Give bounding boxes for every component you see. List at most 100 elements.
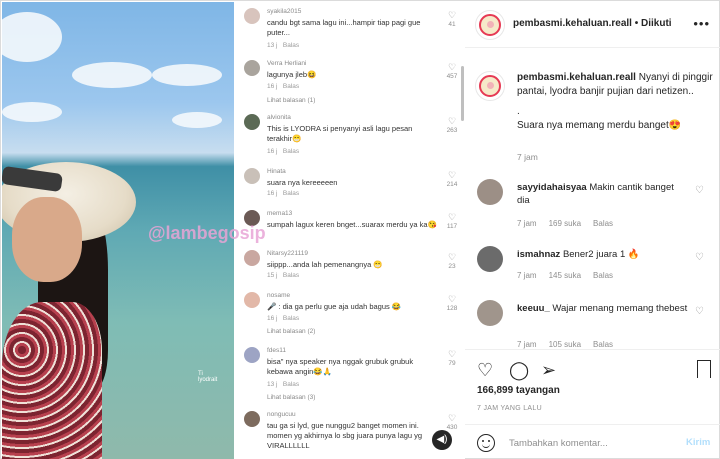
cloud-shape [172,112,222,128]
heart-icon[interactable]: ♡ [695,185,704,196]
comment-time: 15 j Balas [267,272,300,279]
view-replies: Lihat balasan (3) [267,394,316,401]
avatar [244,292,260,308]
avatar[interactable] [477,246,503,272]
comment-text: keeuu_ Wajar menang memang thebest [517,303,688,314]
comment-text: suara nya kereeeeen [267,178,338,187]
comment-username[interactable]: keeuu_ [517,303,550,314]
watermark-text: @lambegosip [148,223,266,243]
bookmark-icon[interactable] [697,360,711,378]
following-button[interactable]: Diikuti [641,18,672,29]
comment-time: 7 jam [517,271,537,280]
comment-meta: 7 jam 105 suka Balas [517,340,625,349]
comment-likes[interactable]: 145 suka [549,271,581,280]
comment-text: siippp...anda lah pemenangnya 😁 [267,260,383,269]
video-tag: Ti lyodrait [198,371,218,383]
reply-button[interactable]: Balas [593,271,613,280]
cloud-shape [72,62,152,88]
comment-text: This is LYODRA si penyanyi asli lagu pes… [267,124,413,143]
author-username[interactable]: pembasmi.kehaluan.reall [513,18,632,29]
comment-likes[interactable]: 105 suka [549,340,581,349]
avatar [244,8,260,24]
comments-list: pembasmi.kehaluan.reall Nyanyi di pinggi… [465,49,720,349]
heart-icon[interactable]: ♡ [477,360,493,381]
comment-input[interactable] [509,435,679,451]
avatar[interactable] [475,71,505,101]
comment-time: 13 j Balas [267,42,300,49]
comment-time: 13 j Balas [267,381,300,388]
reply-button[interactable]: Balas [593,219,613,228]
comment-time: 16 j Balas [267,83,300,90]
avatar[interactable] [477,300,503,326]
heart-icon[interactable]: ♡ [695,306,704,317]
comment-text: bisa" nya speaker nya nggak grubuk grubu… [267,357,414,376]
comment-text: candu bgt sama lagu ini...hampir tiap pa… [267,18,421,37]
like-count: 23 [448,263,456,270]
comment-username[interactable]: sayyidahaisyaa [517,182,587,193]
heart-icon: ♡ [448,413,457,423]
post-sidebar: pembasmi.kehaluan.reall • Diikuti ••• pe… [465,2,720,459]
reply-button[interactable]: Balas [593,340,613,349]
comment-time: 16 j Balas [267,190,300,197]
comment-text: 🎤 : dia ga perlu gue aja udah bagus 😂 [267,302,402,311]
separator: • [634,18,639,29]
comment-text: ismahnaz Bener2 juara 1 🔥 [517,249,640,260]
comment-composer: Kirim [465,424,720,459]
view-replies: Lihat balasan (1) [267,97,316,104]
heart-icon: ♡ [448,294,457,304]
like-count: 41 [448,21,456,28]
comment-text: sumpah lagux keren bnget...suarax merdu … [267,220,437,229]
post-comment-button[interactable]: Kirim [686,437,710,448]
cloud-shape [2,102,62,122]
comment-meta: 7 jam 145 suka Balas [517,271,625,280]
view-replies: Lihat balasan (2) [267,328,316,335]
comment-time: 7 jam [517,219,537,228]
comment-text: lagunya jleb😆 [267,70,317,79]
avatar [244,411,260,427]
comment-likes[interactable]: 169 suka [549,219,581,228]
post-author[interactable]: pembasmi.kehaluan.reall • Diikuti [513,18,672,29]
heart-icon: ♡ [448,10,457,20]
avatar [244,60,260,76]
emoji-icon[interactable] [477,434,495,452]
comment-username[interactable]: ismahnaz [517,249,560,260]
caption-username[interactable]: pembasmi.kehaluan.reall [517,72,636,83]
caption-time: 7 jam [517,152,538,162]
like-count: 79 [448,360,456,367]
person-face [12,197,82,282]
more-options-icon[interactable]: ••• [693,16,710,31]
comment-username: Hinata [267,168,286,175]
like-count: 214 [446,181,458,188]
sound-icon[interactable]: ◀) [432,430,452,450]
heart-icon[interactable]: ♡ [695,252,704,263]
like-count: 117 [446,223,458,230]
comment-text: sayyidahaisyaa Makin cantik banget dia [517,182,674,206]
avatar [244,168,260,184]
cloud-shape [2,12,62,62]
like-count: 263 [446,127,458,134]
comment-username: alvionita [267,114,291,121]
post-media[interactable]: Ti lyodrait syakila2015 candu bgt sama la… [2,2,465,459]
comment-icon[interactable]: ◯ [509,360,529,381]
avatar [244,114,260,130]
like-count: 128 [446,305,458,312]
heart-icon: ♡ [448,212,457,222]
caption-line: Suara nya memang merdu banget😍 [517,120,682,131]
comment-username: syakila2015 [267,8,302,15]
embedded-comments-screenshot: syakila2015 candu bgt sama lagu ini...ha… [234,2,465,459]
heart-icon: ♡ [448,170,457,180]
avatar-image [479,75,501,97]
share-icon[interactable]: ➢ [541,360,556,381]
comment-time: 16 j Balas [267,148,300,155]
view-count[interactable]: 166,899 tayangan [477,385,560,396]
heart-icon: ♡ [448,116,457,126]
avatar[interactable] [477,179,503,205]
post-header: pembasmi.kehaluan.reall • Diikuti ••• [465,2,720,48]
comment-username: nongucuu [267,411,296,418]
comment-time: 7 jam [517,340,537,349]
avatar [244,250,260,266]
action-bar: ♡ ◯ ➢ 166,899 tayangan 7 JAM YANG LALU [465,349,720,419]
caption-line: . [517,106,520,117]
person-dress [2,302,102,459]
avatar[interactable] [475,10,505,40]
